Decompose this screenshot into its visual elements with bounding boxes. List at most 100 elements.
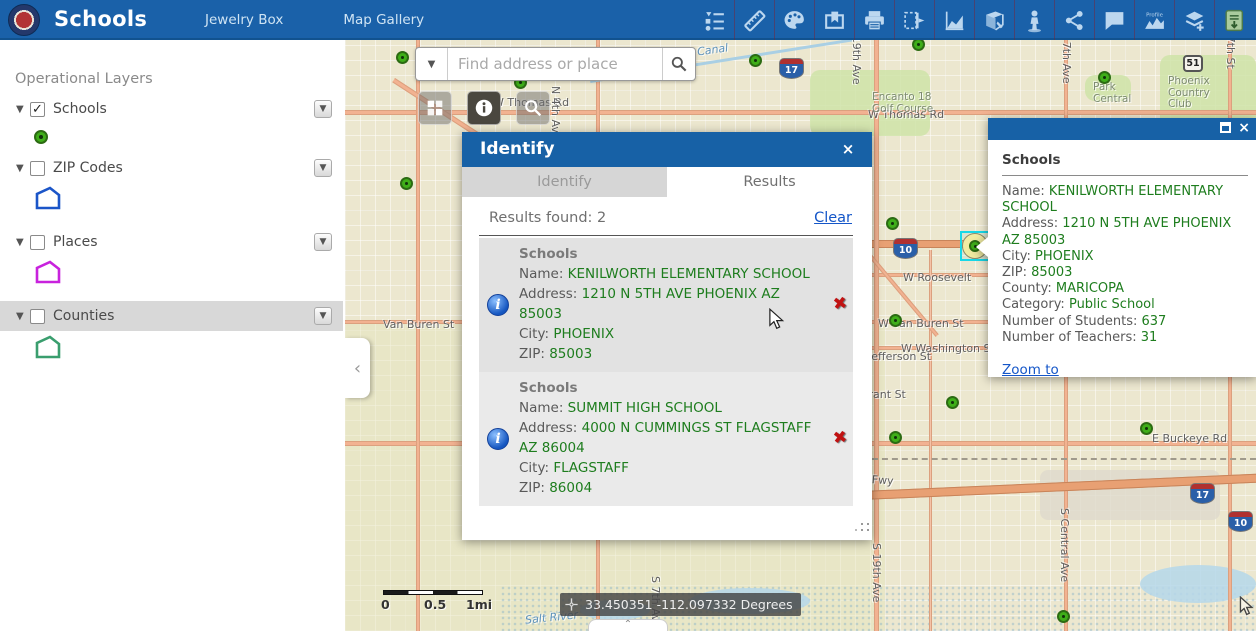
close-icon[interactable]: × bbox=[836, 132, 860, 167]
result-layer-name: Schools bbox=[519, 246, 578, 262]
school-marker[interactable] bbox=[889, 314, 902, 327]
result-row[interactable]: Schools Name: KENILWORTH ELEMENTARY SCHOO… bbox=[479, 238, 853, 372]
close-icon[interactable]: × bbox=[1238, 121, 1250, 135]
layer-menu-button[interactable]: ▼ bbox=[314, 159, 332, 177]
school-marker[interactable] bbox=[1140, 422, 1153, 435]
layer-row-counties[interactable]: ▼ Counties ▼ bbox=[0, 301, 343, 331]
road-line bbox=[416, 40, 420, 631]
caret-down-icon[interactable]: ▼ bbox=[16, 163, 30, 174]
info-icon[interactable]: i bbox=[487, 428, 509, 450]
popup-field: Address: 1210 N 5TH AVE PHOENIX AZ 85003 bbox=[1002, 216, 1248, 248]
polygon-symbol bbox=[35, 260, 61, 284]
popup-field: Category: Public School bbox=[1002, 297, 1248, 313]
field-value: 637 bbox=[1141, 313, 1167, 329]
chevron-up-icon: ⌃ bbox=[623, 619, 633, 630]
search-input[interactable] bbox=[448, 48, 662, 80]
popup-titlebar[interactable]: × bbox=[988, 118, 1256, 140]
school-marker[interactable] bbox=[946, 396, 959, 409]
legend-button[interactable] bbox=[694, 0, 734, 40]
railroad-line bbox=[872, 458, 1256, 460]
map-label: S 19th Ave bbox=[870, 543, 883, 603]
layer-menu-button[interactable]: ▼ bbox=[314, 233, 332, 251]
tab-results[interactable]: Results bbox=[667, 167, 872, 197]
menu-item-map-gallery[interactable]: Map Gallery bbox=[313, 0, 454, 40]
draw-button[interactable] bbox=[774, 0, 814, 40]
scale-label-0: 0 bbox=[381, 597, 390, 612]
layer-checkbox-places[interactable] bbox=[30, 234, 45, 250]
print-button[interactable] bbox=[854, 0, 894, 40]
identify-tool-button[interactable] bbox=[467, 91, 501, 125]
streetview-button[interactable] bbox=[1014, 0, 1054, 40]
layer-checkbox-counties[interactable] bbox=[30, 308, 45, 324]
query-tool-button[interactable] bbox=[516, 91, 550, 125]
popup-field: Name: KENILWORTH ELEMENTARY SCHOOL bbox=[1002, 184, 1248, 216]
field-value: MARICOPA bbox=[1055, 281, 1125, 297]
search-source-dropdown[interactable]: ▼ bbox=[416, 48, 448, 80]
remove-result-icon[interactable]: ✖ bbox=[831, 293, 848, 315]
shield-number: 10 bbox=[893, 244, 918, 259]
result-row[interactable]: Schools Name: SUMMIT HIGH SCHOOL Address: … bbox=[479, 372, 853, 506]
clear-results-link[interactable]: Clear bbox=[814, 210, 852, 226]
coordinate-crosshair-icon[interactable] bbox=[564, 597, 579, 612]
address-search-widget: ▼ bbox=[415, 47, 696, 81]
field-value: 85003 bbox=[1031, 265, 1073, 281]
chart-button[interactable] bbox=[934, 0, 974, 40]
tab-identify[interactable]: Identify bbox=[462, 167, 667, 197]
identify-dialog-titlebar[interactable]: Identify × bbox=[462, 132, 872, 167]
app-window: W Thomas RdW Thomas RdGrand CanalPark Ce… bbox=[0, 0, 1256, 631]
school-marker[interactable] bbox=[400, 177, 413, 190]
state-route-shield: 51 bbox=[1183, 55, 1203, 72]
field-value: 31 bbox=[1140, 329, 1158, 345]
field-label: ZIP: bbox=[1002, 265, 1032, 281]
school-marker[interactable] bbox=[1098, 71, 1111, 84]
share-button[interactable] bbox=[1054, 0, 1094, 40]
layer-row-places[interactable]: ▼ Places ▼ bbox=[0, 227, 343, 257]
edit-button[interactable] bbox=[974, 0, 1014, 40]
caret-down-icon[interactable]: ▼ bbox=[16, 237, 30, 248]
layer-row-schools[interactable]: ▼ ✓ Schools ▼ bbox=[0, 94, 343, 124]
layer-checkbox-zip-codes[interactable] bbox=[30, 160, 45, 176]
basemap-gallery-button[interactable] bbox=[418, 91, 452, 125]
menu-item-jewelry-box[interactable]: Jewelry Box bbox=[175, 0, 313, 40]
header-toolbar: Profile bbox=[694, 0, 1254, 40]
caret-down-icon[interactable]: ▼ bbox=[16, 104, 30, 115]
layer-menu-button[interactable]: ▼ bbox=[314, 307, 332, 325]
info-icon[interactable]: i bbox=[487, 294, 509, 316]
search-button[interactable] bbox=[662, 48, 695, 80]
coordinate-readout: 33.450351 -112.097332 Degrees bbox=[560, 593, 801, 616]
measure-button[interactable] bbox=[734, 0, 774, 40]
school-marker[interactable] bbox=[396, 51, 409, 64]
attribution-toggle[interactable]: ⌃ bbox=[588, 619, 668, 631]
school-marker[interactable] bbox=[886, 217, 899, 230]
polygon-symbol bbox=[35, 186, 61, 210]
zoom-to-link[interactable]: Zoom to bbox=[1002, 362, 1059, 378]
layer-label: ZIP Codes bbox=[53, 160, 123, 176]
result-field: ZIP: 85003 bbox=[519, 344, 817, 364]
school-marker[interactable] bbox=[889, 431, 902, 444]
remove-result-icon[interactable]: ✖ bbox=[831, 427, 848, 449]
school-marker[interactable] bbox=[749, 54, 762, 67]
layer-checkbox-schools[interactable]: ✓ bbox=[30, 101, 45, 117]
scale-label-half: 0.5 bbox=[424, 597, 447, 612]
caret-down-icon[interactable]: ▼ bbox=[16, 311, 30, 322]
field-label: Number of Students: bbox=[1002, 313, 1142, 329]
layer-row-zip-codes[interactable]: ▼ ZIP Codes ▼ bbox=[0, 153, 343, 183]
interstate-shield: 17 bbox=[1190, 483, 1215, 504]
layer-symbol-schools bbox=[34, 130, 48, 144]
comment-button[interactable] bbox=[1094, 0, 1134, 40]
layer-menu-button[interactable]: ▼ bbox=[314, 100, 332, 118]
sidebar-collapse-tab[interactable]: ‹ bbox=[345, 338, 370, 398]
elevation-profile-button[interactable]: Profile bbox=[1134, 0, 1174, 40]
results-list: Schools Name: KENILWORTH ELEMENTARY SCHOO… bbox=[479, 238, 853, 506]
export-button[interactable] bbox=[1214, 0, 1254, 40]
basemap-grid-icon bbox=[427, 100, 443, 116]
resize-grip[interactable] bbox=[861, 529, 863, 531]
field-value: KENILWORTH ELEMENTARY SCHOOL bbox=[567, 266, 810, 282]
popup-field: City: PHOENIX bbox=[1002, 249, 1248, 265]
bookmark-button[interactable] bbox=[814, 0, 854, 40]
add-layers-button[interactable] bbox=[1174, 0, 1214, 40]
school-marker[interactable] bbox=[1057, 610, 1070, 623]
layer-label: Counties bbox=[53, 308, 115, 324]
maximize-icon[interactable] bbox=[1220, 122, 1232, 133]
swipe-button[interactable] bbox=[894, 0, 934, 40]
